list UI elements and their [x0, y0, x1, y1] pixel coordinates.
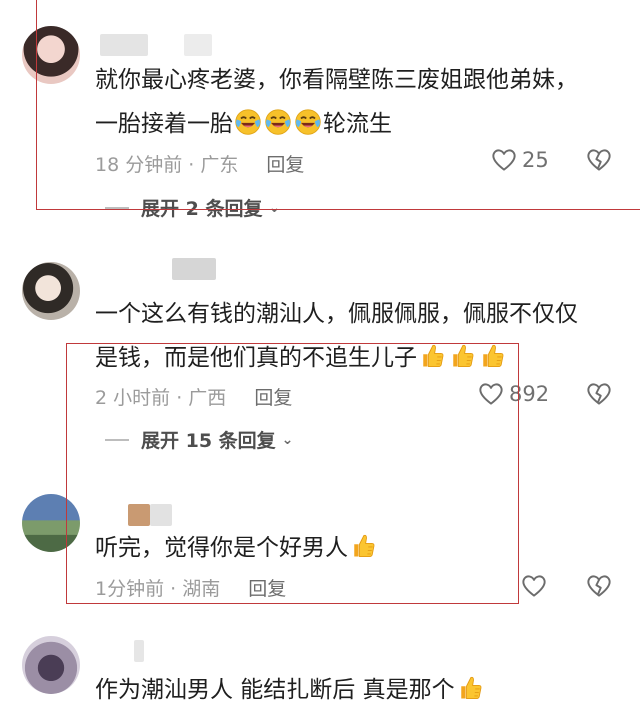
thumbs-up-emoji-icon — [478, 342, 506, 370]
comment-text: 一个这么有钱的潮汕人，佩服佩服，佩服不仅仅 是钱，而是他们真的不追生儿子 — [95, 292, 620, 380]
comment-text-line: 一个这么有钱的潮汕人，佩服佩服，佩服不仅仅 — [95, 301, 578, 327]
comment-text-line: 一胎接着一胎 轮流生 — [95, 102, 620, 146]
avatar[interactable] — [22, 636, 80, 694]
expand-replies-button[interactable]: 展开 2 条回复 ⌄ — [105, 194, 280, 221]
comment-text: 听完，觉得你是个好男人 — [95, 526, 620, 570]
comment-text: 作为潮汕男人 能结扎断后 真是那个 — [95, 668, 620, 712]
separator: · — [170, 578, 177, 600]
laughing-crying-emoji-icon — [294, 108, 322, 136]
chevron-down-icon: ⌄ — [268, 199, 281, 216]
comment-time: 2 小时前 — [95, 387, 171, 409]
reply-button[interactable]: 回复 — [266, 154, 304, 176]
comment-text: 就你最心疼老婆，你看隔壁陈三废姐跟他弟妹， 一胎接着一胎 轮流生 — [95, 58, 620, 146]
username-blurred[interactable] — [172, 258, 216, 280]
comment-time: 1分钟前 — [95, 578, 165, 600]
dislike-broken-heart-icon[interactable] — [585, 380, 613, 408]
comment-text-line: 作为潮汕男人 能结扎断后 真是那个 — [95, 668, 620, 712]
laughing-crying-emoji-icon — [264, 108, 292, 136]
comment-location: 湖南 — [182, 578, 221, 600]
comment-text-line: 听完，觉得你是个好男人 — [95, 526, 620, 570]
username-blurred — [150, 504, 172, 526]
avatar[interactable] — [22, 494, 80, 552]
laughing-crying-emoji-icon — [234, 108, 262, 136]
thumbs-up-emoji-icon — [418, 342, 446, 370]
thumbs-up-emoji-icon — [456, 674, 484, 702]
heart-icon[interactable] — [520, 572, 548, 600]
separator: · — [188, 154, 195, 176]
chevron-down-icon: ⌄ — [281, 431, 294, 448]
avatar[interactable] — [22, 26, 80, 84]
thumbs-up-emoji-icon — [448, 342, 476, 370]
comment-text-line: 就你最心疼老婆，你看隔壁陈三废姐跟他弟妹， — [95, 67, 578, 93]
thumbs-up-emoji-icon — [349, 532, 377, 560]
heart-icon[interactable] — [477, 380, 505, 408]
expand-replies-button[interactable]: 展开 15 条回复 ⌄ — [105, 426, 293, 453]
comment-location: 广西 — [188, 387, 227, 409]
like-count: 892 — [509, 382, 550, 406]
divider — [105, 206, 129, 209]
comment-text-line: 是钱，而是他们真的不追生儿子 — [95, 336, 620, 380]
dislike-broken-heart-icon[interactable] — [585, 146, 613, 174]
comment-location: 广东 — [200, 154, 239, 176]
username-blurred — [184, 34, 212, 56]
comment-meta: 1分钟前 · 湖南 回复 — [95, 574, 286, 601]
comment-meta: 2 小时前 · 广西 回复 — [95, 383, 292, 410]
heart-icon[interactable] — [490, 146, 518, 174]
avatar[interactable] — [22, 262, 80, 320]
comment-meta: 18 分钟前 · 广东 回复 — [95, 150, 304, 177]
like-button[interactable]: 25 — [490, 146, 549, 174]
like-button[interactable]: 892 — [477, 380, 549, 408]
username-blurred[interactable] — [128, 504, 150, 526]
username-blurred[interactable] — [134, 640, 144, 662]
like-count: 25 — [522, 148, 549, 172]
username-blurred[interactable] — [100, 34, 148, 56]
comment-feed: 就你最心疼老婆，你看隔壁陈三废姐跟他弟妹， 一胎接着一胎 轮流生 18 分钟前 ·… — [0, 0, 640, 712]
reply-button[interactable]: 回复 — [248, 578, 286, 600]
divider — [105, 438, 129, 441]
comment-time: 18 分钟前 — [95, 154, 183, 176]
dislike-broken-heart-icon[interactable] — [585, 572, 613, 600]
separator: · — [176, 387, 183, 409]
reply-button[interactable]: 回复 — [254, 387, 292, 409]
